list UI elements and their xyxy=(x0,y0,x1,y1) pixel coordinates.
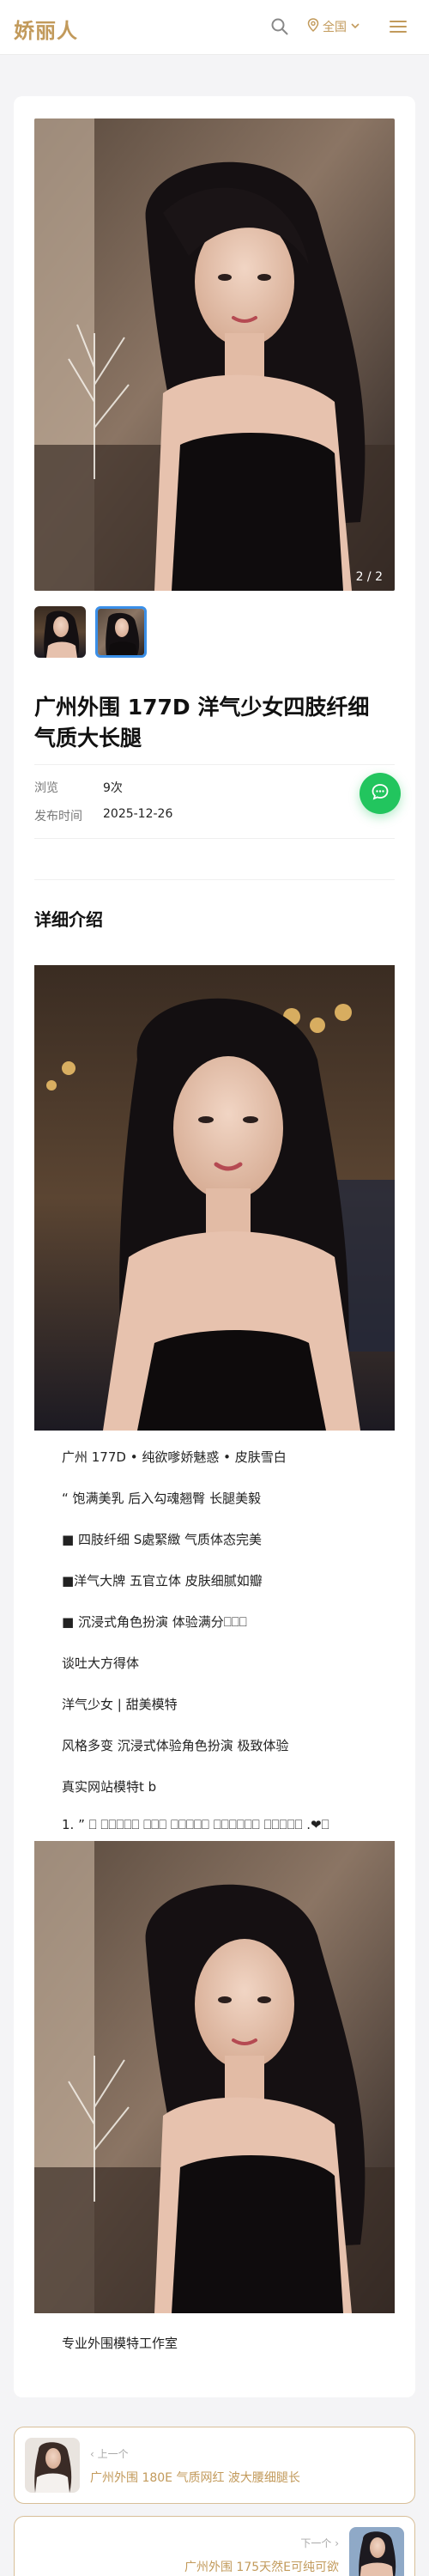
chat-button[interactable] xyxy=(360,773,401,814)
region-label: 全国 xyxy=(323,21,347,34)
location-pin-icon xyxy=(307,18,319,35)
detail-paragraph: 洋气少女 | 甜美模特 xyxy=(62,1697,178,1712)
detail-paragraph: 1. ” ⎕ ⎕⎕⎕⎕⎕ ⎕⎕⎕ ⎕⎕⎕⎕⎕ ⎕⎕⎕⎕⎕⎕ ⎕⎕⎕⎕⎕ .❤⎕ xyxy=(62,1817,329,1832)
divider xyxy=(34,879,395,880)
detail-paragraph: ■ 沉浸式角色扮演 体验满分⎕⎕⎕ xyxy=(62,1614,247,1630)
detail-paragraph: “ 饱满美乳 后入勾魂翘臀 长腿美毅 xyxy=(62,1491,262,1506)
prev-label: ‹ 上一个 xyxy=(90,2448,129,2460)
detail-paragraph: 谈吐大方得体 xyxy=(62,1656,140,1671)
meta-views: 浏览 9次 xyxy=(34,779,123,796)
detail-paragraph: ■ 四肢纤细 S處緊緻 气质体态完美 xyxy=(62,1532,262,1547)
next-post-thumbnail xyxy=(349,2527,404,2576)
detail-paragraph: ■洋气大牌 五官立体 皮肤细腻如瓣 xyxy=(62,1573,263,1589)
meta-key: 发布时间 xyxy=(34,810,82,823)
meta-key: 浏览 xyxy=(34,781,58,795)
next-post-title: 广州外围 175天然E可纯可欲 xyxy=(184,2561,339,2574)
region-selector[interactable]: 全国 xyxy=(307,18,360,35)
prev-post-thumbnail xyxy=(25,2438,80,2493)
post-title: 广州外围 177D 洋气少女四肢纤细 气质大长腿 xyxy=(34,695,370,750)
detail-paragraph: 广州 177D • 纯欲嗲娇魅惑 • 皮肤雪白 xyxy=(62,1449,287,1465)
gallery-main-photo[interactable]: 2 / 2 xyxy=(34,118,395,591)
meta-value: 9次 xyxy=(103,781,123,795)
gallery-thumbnail[interactable] xyxy=(34,606,86,658)
meta-published: 发布时间 2025-12-26 xyxy=(34,807,172,824)
chevron-down-icon xyxy=(350,20,360,33)
prev-post-link[interactable]: ‹ 上一个 广州外围 180E 气质网红 波大腰细腿长 xyxy=(14,2427,415,2504)
chat-bubble-icon xyxy=(371,782,390,805)
detail-paragraph: 风格多变 沉浸式体验角色扮演 极致体验 xyxy=(62,1738,289,1753)
detail-paragraph: 专业外围模特工作室 xyxy=(62,2336,178,2351)
content-photo xyxy=(34,965,395,1431)
next-post-link[interactable]: 下一个 › 广州外围 175天然E可纯可欲 xyxy=(14,2516,415,2576)
divider xyxy=(34,838,395,839)
detail-paragraph: 真实网站模特t b xyxy=(62,1779,157,1795)
next-label: 下一个 › xyxy=(300,2537,339,2549)
gallery-thumbnail-active[interactable] xyxy=(95,606,147,658)
photo-counter: 2 / 2 xyxy=(355,570,383,584)
top-header: 娇丽人 全国 xyxy=(0,0,429,55)
post-card: 2 / 2 广州外围 177D 洋气少女四肢纤细 气质大长腿 浏览 9次 发布时… xyxy=(14,96,415,2397)
photo-image xyxy=(34,118,395,591)
meta-value: 2025-12-26 xyxy=(103,807,173,821)
prev-post-title: 广州外围 180E 气质网红 波大腰细腿长 xyxy=(90,2471,300,2485)
content-photo xyxy=(34,1841,395,2313)
section-title: 详细介绍 xyxy=(34,909,103,930)
hamburger-menu-icon[interactable] xyxy=(388,17,408,36)
site-logo[interactable]: 娇丽人 xyxy=(14,14,78,44)
divider xyxy=(34,764,395,765)
search-icon[interactable] xyxy=(270,17,289,36)
